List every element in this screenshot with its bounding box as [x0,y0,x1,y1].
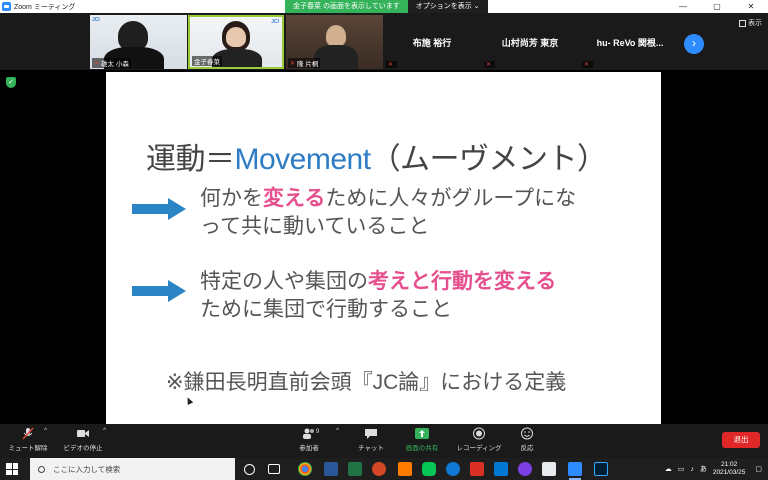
participant-strip: JCI ✕ 雄太 小森 JCI 金子春菜 ✕ 隆 片桐 布施 裕行 ✕ 山村尚芳 東… [0,13,768,70]
participant-count: 9 [316,429,320,435]
taskbar-clock[interactable]: 21:02 2021/03/25 [713,461,746,477]
view-button[interactable]: 表示 [739,18,762,28]
participants-button[interactable]: 参加者 [292,427,326,452]
video-camera-icon [76,427,90,440]
photoshop-icon[interactable] [594,462,608,476]
system-tray: ☁ ▭ ♪ あ 21:02 2021/03/25 ▢ [665,458,762,480]
participants-icon [302,427,316,440]
acrobat-icon[interactable] [470,462,484,476]
participant-name-tag: ✕ 隆 片桐 [288,58,321,68]
mic-off-icon: ✕ [388,62,394,68]
photos-icon[interactable] [542,462,556,476]
stop-video-button[interactable]: ビデオの停止 [58,427,108,452]
leave-meeting-button[interactable]: 退出 [722,432,760,448]
line-icon[interactable] [422,462,436,476]
search-icon [38,465,45,473]
participant-name: 山村尚芳 東京 [501,37,559,48]
chat-button[interactable]: チャット [356,427,386,452]
task-view-icon[interactable] [268,464,280,474]
view-options-button[interactable]: オプションを表示 ⌄ [407,0,488,13]
grid-view-icon [739,19,746,27]
slide-bullet-1: 何かを変えるために人々がグループにな って共に動いていること [200,187,577,238]
participant-name: hu- ReVo 関根... [596,37,664,48]
record-icon [472,427,486,440]
security-shield-icon[interactable]: ✓ [6,77,16,88]
participant-body [314,45,358,69]
cortana-icon[interactable] [244,464,255,475]
participant-head [326,25,346,47]
browser-icon[interactable] [518,462,532,476]
edge-icon[interactable] [446,462,460,476]
shared-screen-slide: 運動＝Movement（ムーヴメント） 何かを変えるために人々がグループにな っ… [106,72,661,424]
participant-name-tag: ✕ [386,61,398,68]
windows-taskbar: ここに入力して検索 ☁ ▭ ♪ あ 21:02 2021/03/25 ▢ [0,458,768,480]
participant-name-tile[interactable]: 布施 裕行 ✕ [384,15,480,69]
volume-icon[interactable]: ♪ [690,466,694,473]
record-button[interactable]: レコーディング [456,427,502,452]
window-controls: — ▢ ✕ [666,0,768,13]
network-icon[interactable]: ▭ [678,465,685,473]
audio-options-chevron-icon[interactable]: ^ [44,427,47,434]
participant-face [226,27,246,47]
chrome-icon[interactable] [298,462,312,476]
participant-video-tile[interactable]: ✕ 隆 片桐 [286,15,383,69]
backdrop-logo: JCI [92,17,100,23]
zoom-taskbar-icon[interactable] [568,462,582,480]
participant-video-tile[interactable]: JCI ✕ 雄太 小森 [90,15,187,69]
close-button[interactable]: ✕ [734,0,768,13]
participant-name-tag: ✕ [484,61,496,68]
slide-title: 運動＝Movement（ムーヴメント） [146,143,607,176]
word-icon[interactable] [324,462,338,476]
mic-off-icon: ✕ [486,62,492,68]
next-page-button[interactable]: › [684,34,704,54]
share-screen-button[interactable]: 画面の共有 [402,427,442,452]
window-title: Zoom ミーティング [14,3,76,11]
video-options-chevron-icon[interactable]: ^ [103,427,106,434]
right-arrow-icon [132,280,186,302]
mic-off-icon: ✕ [94,60,100,67]
mic-off-icon: ✕ [584,62,590,68]
mic-off-icon: ✕ [290,60,296,67]
right-arrow-icon [132,198,186,220]
participant-name-tile[interactable]: 山村尚芳 東京 ✕ [482,15,578,69]
participant-name-tile[interactable]: hu- ReVo 関根... ✕ [580,15,680,69]
participant-name: 布施 裕行 [412,37,452,48]
powerpoint-icon[interactable] [372,462,386,476]
participant-name-tag: ✕ 雄太 小森 [92,58,131,68]
ime-indicator[interactable]: あ [700,464,707,474]
meeting-controls: ミュート解除 ^ ビデオの停止 ^ 参加者 9 ^ チャット 画面の共有 レコー… [0,424,768,458]
slide-bullet-2: 特定の人や集団の考えと行動を変える ために集団で行動すること [200,270,557,321]
notifications-icon[interactable]: ▢ [755,465,762,473]
maximize-button[interactable]: ▢ [700,0,734,13]
backdrop-logo: JCI [271,19,279,25]
zoom-logo-icon [2,2,11,11]
chat-bubble-icon [364,427,378,440]
minimize-button[interactable]: — [666,0,700,13]
slide-footnote: ※鎌田長明直前会頭『JC論』における定義 [166,371,567,394]
excel-icon[interactable] [348,462,362,476]
participant-video-tile-active-speaker[interactable]: JCI 金子春菜 [188,15,284,69]
cloud-icon[interactable]: ☁ [665,465,672,473]
smiley-icon [520,427,534,440]
reactions-button[interactable]: 反応 [514,427,540,452]
participants-options-chevron-icon[interactable]: ^ [336,427,339,434]
share-status: 金子春菜 の画面を表示しています [285,0,408,13]
participant-name-tag: 金子春菜 [192,56,222,66]
windows-start-icon[interactable] [6,463,18,475]
unmute-button[interactable]: ミュート解除 [8,427,48,452]
mic-muted-icon [21,427,35,440]
share-banner: 金子春菜 の画面を表示しています オプションを表示 ⌄ [285,0,488,13]
taskbar-search-box[interactable]: ここに入力して検索 [30,458,235,480]
illustrator-icon[interactable] [398,462,412,476]
share-screen-icon [415,427,429,440]
participant-name-tag: ✕ [582,61,594,68]
outlook-icon[interactable] [494,462,508,476]
